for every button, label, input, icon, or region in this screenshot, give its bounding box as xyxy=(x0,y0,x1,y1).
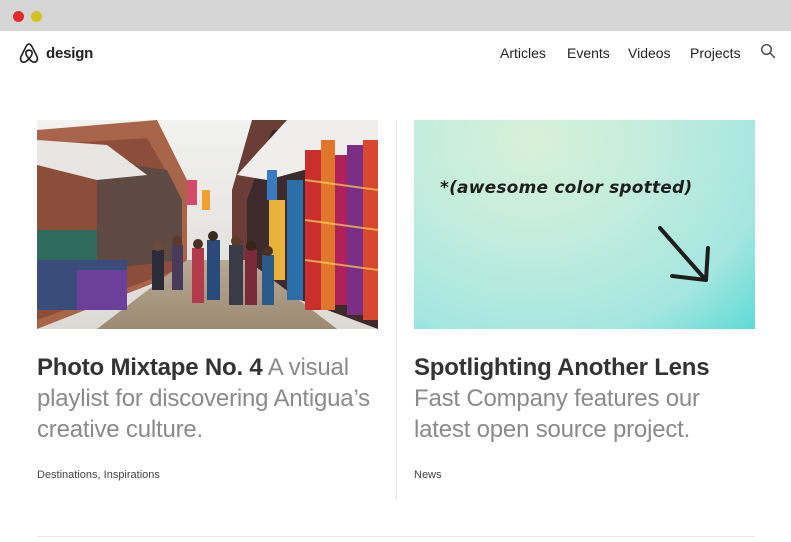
article-image-color[interactable]: *(awesome color spotted) xyxy=(414,120,755,329)
article-title: Photo Mixtape No. 4 xyxy=(37,354,263,381)
column-divider xyxy=(396,120,397,500)
article-headline-lens[interactable]: Spotlighting Another Lens Fast Company f… xyxy=(414,352,759,445)
top-navigation: design Articles Events Videos Projects xyxy=(0,31,791,77)
search-icon[interactable] xyxy=(760,43,776,59)
section-divider xyxy=(37,536,755,537)
window-titlebar xyxy=(0,0,791,31)
image-annotation-text: *(awesome color spotted) xyxy=(440,178,693,198)
article-description: Fast Company features our latest open so… xyxy=(414,385,700,443)
nav-link-videos[interactable]: Videos xyxy=(628,45,671,61)
nav-link-events[interactable]: Events xyxy=(567,45,610,61)
nav-link-articles[interactable]: Articles xyxy=(500,45,546,61)
article-headline-mixtape[interactable]: Photo Mixtape No. 4 A visual playlist fo… xyxy=(37,352,382,445)
nav-link-projects[interactable]: Projects xyxy=(690,45,741,61)
hand-drawn-arrow-icon xyxy=(658,226,710,282)
market-street-photo xyxy=(37,120,378,329)
article-tags[interactable]: Destinations, Inspirations xyxy=(37,469,160,481)
window-minimize-button[interactable] xyxy=(31,11,42,22)
window-close-button[interactable] xyxy=(13,11,24,22)
article-title: Spotlighting Another Lens xyxy=(414,354,710,381)
nav-menu: Articles Events Videos Projects xyxy=(0,45,791,63)
article-image-market[interactable] xyxy=(37,120,378,329)
article-tags[interactable]: News xyxy=(414,469,442,481)
